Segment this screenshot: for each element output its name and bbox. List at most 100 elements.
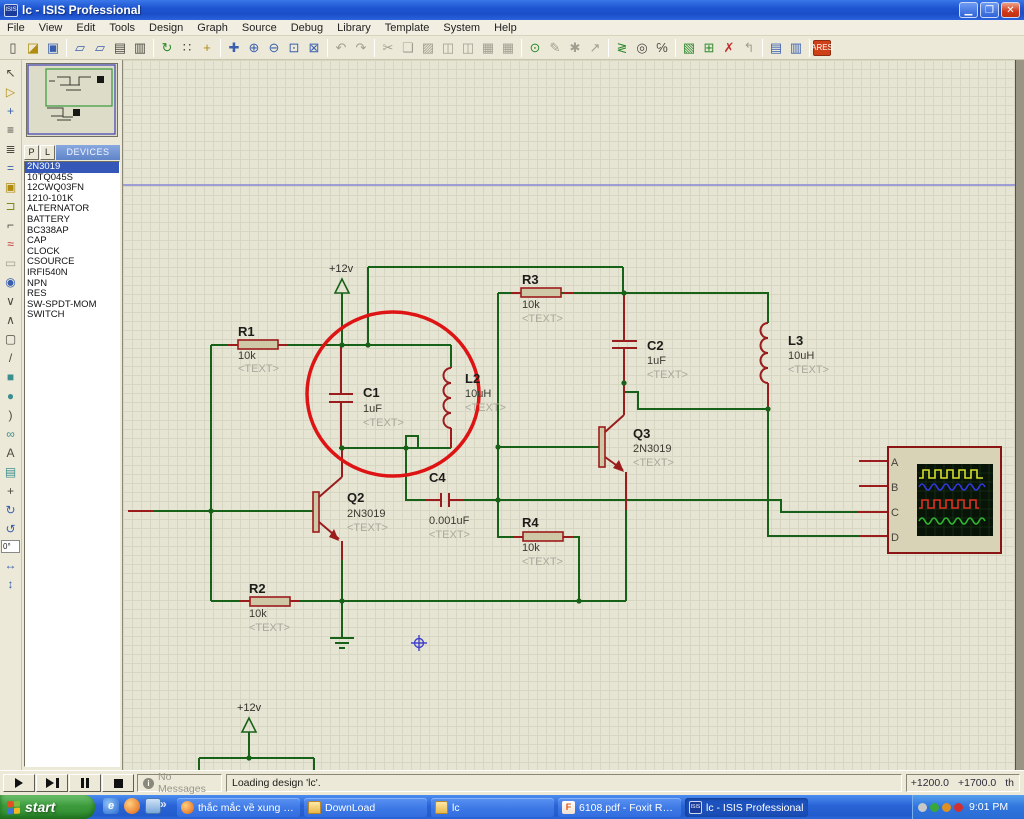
separator[interactable]	[153, 39, 154, 57]
block-move-icon[interactable]: ◫	[458, 38, 478, 58]
zoom-area-icon[interactable]: ⊡	[284, 38, 304, 58]
netlist-to-ares-icon[interactable]: ARES	[813, 40, 831, 56]
terminal-tool[interactable]: ⊐	[1, 196, 20, 215]
separator[interactable]	[809, 39, 810, 57]
redo-icon[interactable]: ↷	[351, 38, 371, 58]
line-2d-tool[interactable]: /	[1, 348, 20, 367]
menu-item[interactable]: System	[436, 22, 487, 34]
property-assignment-icon[interactable]: ℅	[652, 38, 672, 58]
device-list-item[interactable]: 2N3019	[25, 162, 119, 173]
text-2d-tool[interactable]: A	[1, 443, 20, 462]
undo-icon[interactable]: ↶	[331, 38, 351, 58]
subcircuit-tool[interactable]: ▣	[1, 177, 20, 196]
zoom-out-icon[interactable]: ⊖	[264, 38, 284, 58]
menu-item[interactable]: Template	[378, 22, 437, 34]
device-list-item[interactable]: SWITCH	[25, 310, 119, 321]
open-icon[interactable]: ◪	[23, 38, 43, 58]
graph-tool[interactable]: ≈	[1, 234, 20, 253]
separator[interactable]	[762, 39, 763, 57]
block-rotate-icon[interactable]: ▦	[478, 38, 498, 58]
packaging-tool-icon[interactable]: ✱	[565, 38, 585, 58]
pan-icon[interactable]: ✚	[224, 38, 244, 58]
voltage-probe-tool[interactable]: ∨	[1, 291, 20, 310]
menu-item[interactable]: View	[32, 22, 70, 34]
menu-item[interactable]: Source	[235, 22, 284, 34]
box-2d-tool[interactable]: ■	[1, 367, 20, 386]
mirror-vertical-tool[interactable]: ↕	[1, 574, 20, 593]
import-section-icon[interactable]: ▱	[70, 38, 90, 58]
separator[interactable]	[220, 39, 221, 57]
oscilloscope[interactable]: A B C D	[888, 447, 1001, 553]
pick-devices-button[interactable]: P	[24, 145, 39, 160]
block-delete-icon[interactable]: ▦	[498, 38, 518, 58]
symbol-2d-tool[interactable]: ▤	[1, 462, 20, 481]
play-button[interactable]	[3, 774, 35, 792]
show-desktop-icon[interactable]	[145, 798, 161, 814]
electrical-rule-check-icon[interactable]: ▥	[786, 38, 806, 58]
new-sheet-icon[interactable]: ⊞	[699, 38, 719, 58]
zoom-in-icon[interactable]: ⊕	[244, 38, 264, 58]
overview-window[interactable]	[26, 63, 118, 137]
start-button[interactable]: start	[0, 795, 95, 819]
separator[interactable]	[374, 39, 375, 57]
tray-network-icon[interactable]	[930, 803, 939, 812]
internet-explorer-icon[interactable]: e	[103, 798, 119, 814]
tray-clock-icon[interactable]	[918, 803, 927, 812]
print-icon[interactable]: ▤	[110, 38, 130, 58]
quick-launch-chevron[interactable]: »	[160, 797, 167, 811]
grid-toggle-icon[interactable]: ∷	[177, 38, 197, 58]
goto-sheet-icon[interactable]: ↰	[739, 38, 759, 58]
stop-button[interactable]	[102, 774, 134, 792]
wire-label-tool[interactable]: ≡	[1, 120, 20, 139]
paste-icon[interactable]: ▨	[418, 38, 438, 58]
redraw-icon[interactable]: ↻	[157, 38, 177, 58]
tray-alert-icon[interactable]	[954, 803, 963, 812]
circle-2d-tool[interactable]: ●	[1, 386, 20, 405]
pick-device-icon[interactable]: ⊙	[525, 38, 545, 58]
taskbar-item-firefox[interactable]: thắc mắc về xung sin ...	[177, 798, 300, 817]
make-device-icon[interactable]: ✎	[545, 38, 565, 58]
message-area[interactable]: i No Messages	[137, 774, 222, 792]
separator[interactable]	[675, 39, 676, 57]
copy-icon[interactable]: ❏	[398, 38, 418, 58]
separator[interactable]	[521, 39, 522, 57]
menu-item[interactable]: Graph	[190, 22, 235, 34]
device-list-item[interactable]: BATTERY	[25, 215, 119, 226]
schematic-canvas[interactable]: A B C D +12v +12v R1 10k <TEXT> R2 10k <…	[122, 60, 1015, 770]
remove-sheet-icon[interactable]: ✗	[719, 38, 739, 58]
firefox-icon[interactable]	[124, 798, 140, 814]
menu-item[interactable]: Design	[142, 22, 190, 34]
mark-output-area-icon[interactable]: ▥	[130, 38, 150, 58]
generator-tool[interactable]: ◉	[1, 272, 20, 291]
mirror-horizontal-tool[interactable]: ↔	[1, 555, 20, 574]
taskbar-item-isis[interactable]: ISIS lc - ISIS Professional	[685, 798, 808, 817]
rotate-clockwise-tool[interactable]: ↻	[1, 500, 20, 519]
virtual-instruments-tool[interactable]: ▢	[1, 329, 20, 348]
menu-item[interactable]: File	[0, 22, 32, 34]
restore-button[interactable]: ❐	[980, 2, 999, 18]
junction-dot-tool[interactable]: +	[1, 101, 20, 120]
tape-recorder-tool[interactable]: ▭	[1, 253, 20, 272]
bus-tool[interactable]: =	[1, 158, 20, 177]
device-pin-tool[interactable]: ⌐	[1, 215, 20, 234]
arc-2d-tool[interactable]: )	[1, 405, 20, 424]
export-section-icon[interactable]: ▱	[90, 38, 110, 58]
wire-autorouter-icon[interactable]: ≷	[612, 38, 632, 58]
separator[interactable]	[327, 39, 328, 57]
marker-2d-tool[interactable]: +	[1, 481, 20, 500]
origin-icon[interactable]: +	[197, 38, 217, 58]
taskbar-item-foxit[interactable]: F 6108.pdf - Foxit Rea...	[558, 798, 681, 817]
current-probe-tool[interactable]: ∧	[1, 310, 20, 329]
step-button[interactable]	[36, 774, 68, 792]
rotate-anticlockwise-tool[interactable]: ↺	[1, 519, 20, 538]
menu-item[interactable]: Help	[487, 22, 524, 34]
taskbar-item-lc-folder[interactable]: lc	[431, 798, 554, 817]
decompose-icon[interactable]: ↗	[585, 38, 605, 58]
device-list-item[interactable]: IRFI540N	[25, 268, 119, 279]
zoom-all-icon[interactable]: ⊠	[304, 38, 324, 58]
block-copy-icon[interactable]: ◫	[438, 38, 458, 58]
menu-item[interactable]: Library	[330, 22, 378, 34]
path-2d-tool[interactable]: ∞	[1, 424, 20, 443]
menu-item[interactable]: Tools	[102, 22, 142, 34]
component-tool[interactable]: ▷	[1, 82, 20, 101]
